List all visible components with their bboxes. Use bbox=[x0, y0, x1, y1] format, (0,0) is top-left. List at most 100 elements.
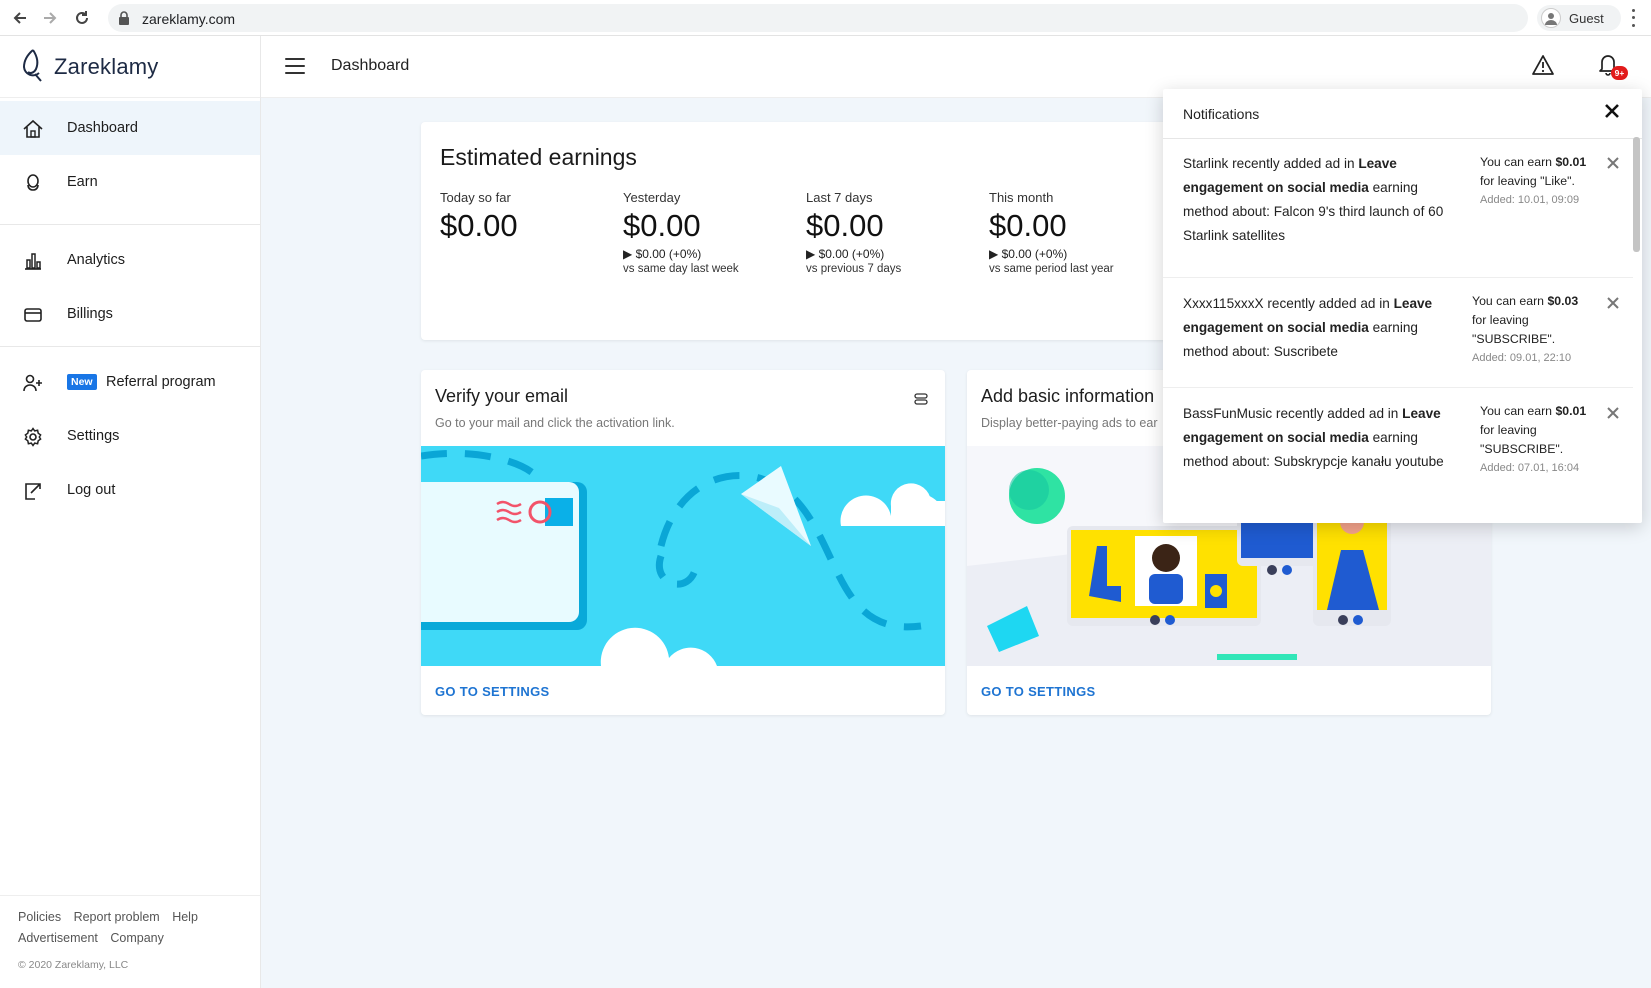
notification-reward: You can earn $0.01 for leaving "Like". Ad… bbox=[1480, 153, 1590, 210]
footer-link-help[interactable]: Help bbox=[172, 910, 198, 924]
task-title: Add basic information bbox=[981, 386, 1155, 406]
sidebar-item-label: Referral program bbox=[106, 374, 216, 390]
stat-change: ▶ $0.00 (+0%) bbox=[989, 247, 1068, 261]
task-subtitle: Go to your mail and click the activation… bbox=[435, 416, 675, 430]
notification-message: BassFunMusic recently added ad in Leave … bbox=[1183, 406, 1444, 469]
coin-icon bbox=[22, 172, 44, 194]
brand-name: Zareklamy bbox=[54, 54, 159, 79]
stat-last-7-days: Last 7 days $0.00 ▶ $0.00 (+0%) vs previ… bbox=[806, 190, 996, 275]
sidebar-item-analytics[interactable]: Analytics bbox=[0, 233, 260, 287]
profile-label: Guest bbox=[1569, 11, 1604, 26]
sidebar-item-log-out[interactable]: Log out bbox=[0, 463, 260, 517]
notification-item[interactable]: Xxxx115xxxX recently added ad in Leave e… bbox=[1163, 278, 1633, 388]
dismiss-notification-icon[interactable] bbox=[1607, 406, 1621, 420]
bar-chart-icon bbox=[22, 250, 44, 272]
warning-icon[interactable] bbox=[1531, 54, 1555, 81]
add-user-icon bbox=[22, 372, 44, 394]
sidebar-item-earn[interactable]: Earn bbox=[0, 155, 260, 209]
notification-item[interactable]: BassFunMusic recently added ad in Leave … bbox=[1163, 388, 1633, 523]
stat-compare: vs same day last week bbox=[623, 263, 739, 275]
sidebar-item-label: Dashboard bbox=[67, 120, 138, 136]
lock-icon bbox=[118, 11, 130, 30]
stat-label: Yesterday bbox=[623, 190, 681, 205]
stat-label: Today so far bbox=[440, 190, 511, 205]
footer-link-company[interactable]: Company bbox=[110, 931, 164, 945]
go-to-settings-link[interactable]: GO TO SETTINGS bbox=[981, 684, 1095, 699]
notification-item[interactable]: Starlink recently added ad in Leave enga… bbox=[1163, 139, 1633, 278]
hamburger-menu-icon[interactable] bbox=[285, 58, 305, 74]
task-title: Verify your email bbox=[435, 386, 569, 406]
home-icon bbox=[22, 118, 44, 140]
nav-group-account: New Referral program Settings Log out bbox=[0, 355, 260, 517]
profile-button[interactable]: Guest bbox=[1537, 5, 1621, 31]
notification-added-date: Added: 09.01, 22:10 bbox=[1472, 352, 1572, 364]
nav-group-stats: Analytics Billings bbox=[0, 233, 260, 341]
notifications-title: Notifications bbox=[1183, 106, 1260, 122]
sidebar-item-settings[interactable]: Settings bbox=[0, 409, 260, 463]
new-badge: New bbox=[67, 374, 97, 390]
copyright: © 2020 Zareklamy, LLC bbox=[18, 959, 129, 971]
stat-value: $0.00 bbox=[806, 208, 884, 243]
address-bar[interactable]: zareklamy.com bbox=[108, 4, 1528, 32]
card-menu-icon[interactable] bbox=[914, 392, 928, 410]
url-text: zareklamy.com bbox=[142, 11, 236, 27]
nav-group-main: Dashboard Earn bbox=[0, 101, 260, 209]
back-icon[interactable] bbox=[8, 6, 32, 30]
footer-links: Policies Report problem Help Advertiseme… bbox=[18, 907, 248, 949]
sidebar-item-dashboard[interactable]: Dashboard bbox=[0, 101, 260, 155]
notifications-scrollbar[interactable] bbox=[1633, 137, 1640, 252]
sidebar-item-label: Billings bbox=[67, 306, 113, 322]
stat-this-month: This month $0.00 ▶ $0.00 (+0%) vs same p… bbox=[989, 190, 1179, 275]
footer-link-advertisement[interactable]: Advertisement bbox=[18, 931, 98, 945]
logout-icon bbox=[22, 480, 44, 502]
task-subtitle: Display better-paying ads to ear bbox=[981, 416, 1158, 430]
notification-list: Starlink recently added ad in Leave enga… bbox=[1163, 139, 1633, 523]
stat-change: ▶ $0.00 (+0%) bbox=[623, 247, 702, 261]
notification-message: Xxxx115xxxX recently added ad in Leave e… bbox=[1183, 296, 1433, 359]
notification-added-date: Added: 07.01, 16:04 bbox=[1480, 462, 1580, 474]
sidebar: Zareklamy Dashboard Earn Analytics Billi… bbox=[0, 36, 261, 988]
gear-icon bbox=[22, 426, 44, 448]
notification-reward: You can earn $0.03 for leaving "SUBSCRIB… bbox=[1472, 292, 1582, 368]
stat-label: Last 7 days bbox=[806, 190, 873, 205]
browser-menu-icon[interactable] bbox=[1628, 7, 1638, 29]
browser-toolbar: zareklamy.com Guest bbox=[0, 0, 1651, 36]
stat-yesterday: Yesterday $0.00 ▶ $0.00 (+0%) vs same da… bbox=[623, 190, 813, 275]
go-to-settings-link[interactable]: GO TO SETTINGS bbox=[435, 684, 549, 699]
dismiss-notification-icon[interactable] bbox=[1607, 156, 1621, 170]
sidebar-item-referral-program[interactable]: New Referral program bbox=[0, 355, 260, 409]
notification-count-badge: 9+ bbox=[1611, 66, 1628, 80]
stat-change: ▶ $0.00 (+0%) bbox=[806, 247, 885, 261]
stat-value: $0.00 bbox=[623, 208, 701, 243]
dismiss-notification-icon[interactable] bbox=[1607, 296, 1621, 310]
sidebar-item-label: Analytics bbox=[67, 252, 126, 268]
stat-value: $0.00 bbox=[440, 208, 518, 243]
forward-icon[interactable] bbox=[38, 6, 62, 30]
notifications-panel: Notifications Starlink recently added ad… bbox=[1163, 89, 1642, 523]
stat-value: $0.00 bbox=[989, 208, 1067, 243]
sidebar-item-label: Earn bbox=[67, 174, 98, 190]
profile-avatar-icon bbox=[1541, 8, 1561, 28]
footer-link-report-problem[interactable]: Report problem bbox=[74, 910, 160, 924]
reload-icon[interactable] bbox=[70, 6, 94, 30]
stat-compare: vs previous 7 days bbox=[806, 263, 902, 275]
notification-added-date: Added: 10.01, 09:09 bbox=[1480, 194, 1580, 206]
sidebar-item-label: Log out bbox=[67, 482, 116, 498]
footer-link-policies[interactable]: Policies bbox=[18, 910, 61, 924]
notification-message: Starlink recently added ad in Leave enga… bbox=[1183, 156, 1444, 243]
earnings-title: Estimated earnings bbox=[440, 144, 637, 170]
logo-icon bbox=[22, 48, 44, 87]
stat-compare: vs same period last year bbox=[989, 263, 1114, 275]
email-illustration bbox=[421, 446, 945, 666]
card-icon bbox=[22, 304, 44, 326]
logo[interactable]: Zareklamy bbox=[0, 36, 260, 98]
sidebar-item-billings[interactable]: Billings bbox=[0, 287, 260, 341]
stat-label: This month bbox=[989, 190, 1054, 205]
notification-reward: You can earn $0.01 for leaving "SUBSCRIB… bbox=[1480, 402, 1590, 478]
notifications-header: Notifications bbox=[1163, 89, 1642, 139]
close-icon[interactable] bbox=[1604, 103, 1622, 121]
page-title: Dashboard bbox=[331, 57, 410, 74]
sidebar-item-label: Settings bbox=[67, 428, 120, 444]
verify-email-card: Verify your email Go to your mail and cl… bbox=[421, 370, 945, 715]
stat-today: Today so far $0.00 bbox=[440, 190, 630, 244]
